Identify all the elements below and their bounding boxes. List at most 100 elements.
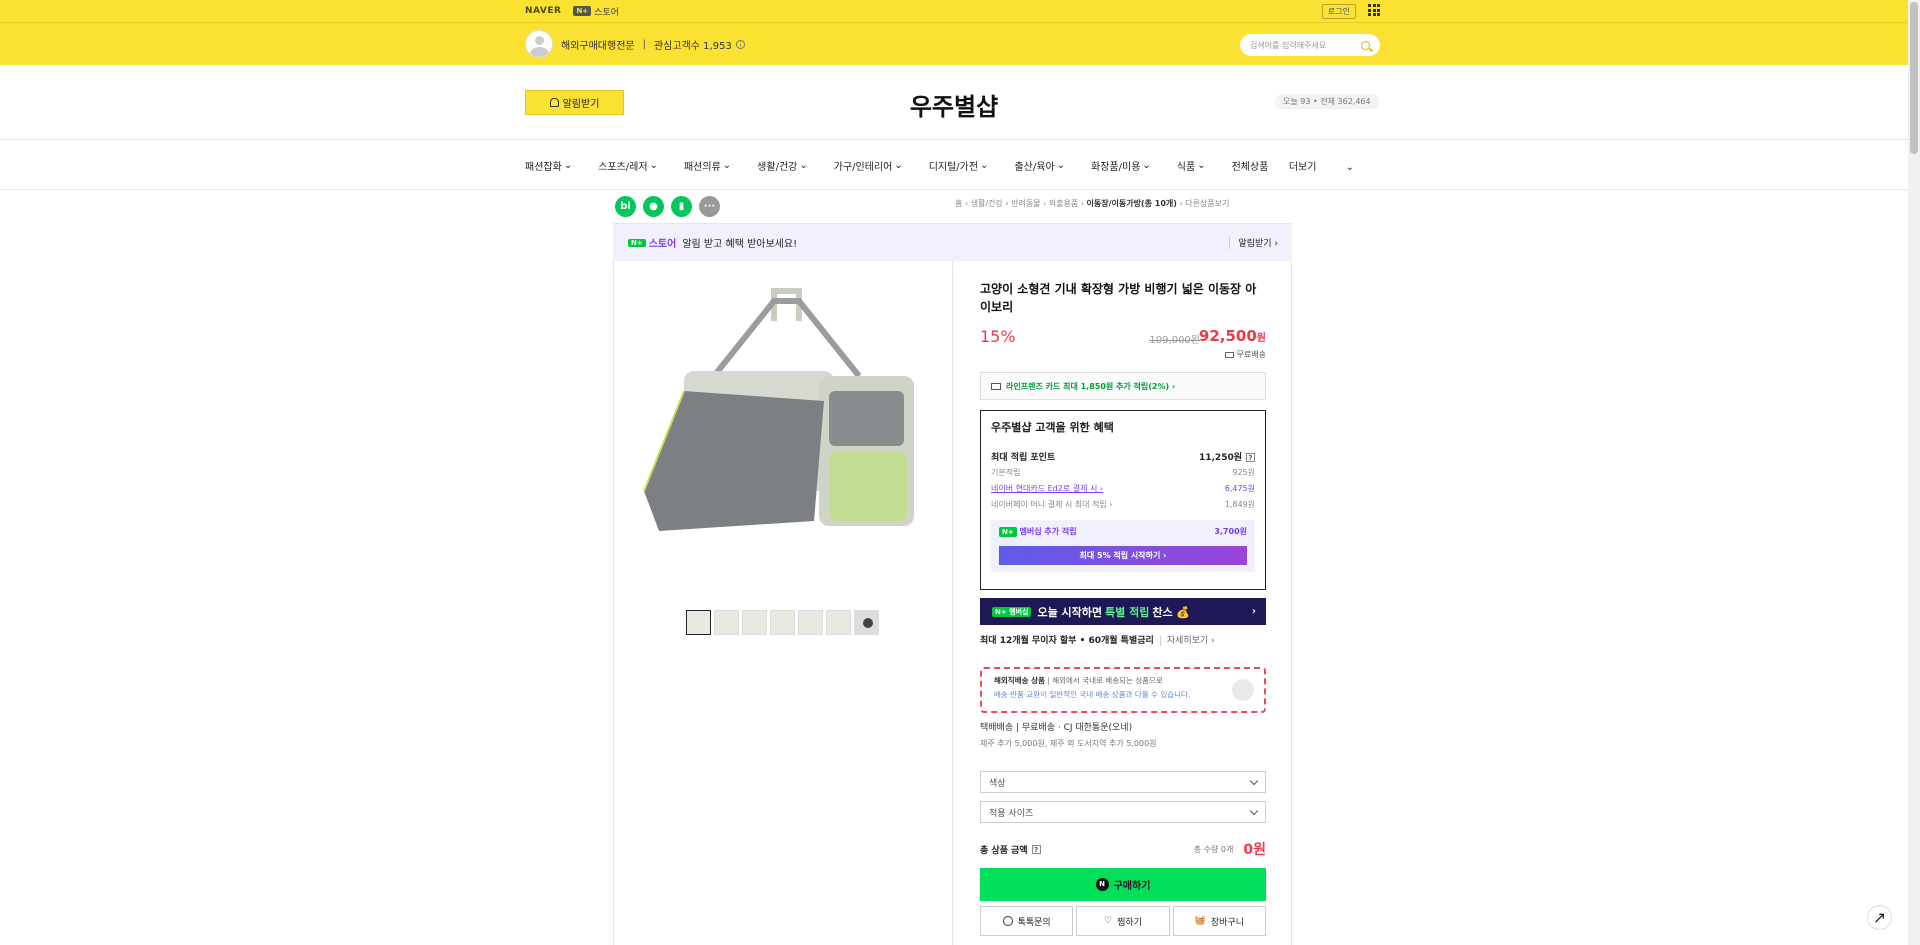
- nplus-membership-badge: N+ 멤버십: [992, 606, 1032, 617]
- nav-item[interactable]: 화장품/미용: [1091, 158, 1140, 173]
- help-icon[interactable]: ?: [1031, 844, 1041, 854]
- divider: [0, 22, 1908, 23]
- installment-info: 최대 12개월 무이자 할부 • 60개월 특별금리 자세히보기 ›: [980, 633, 1215, 646]
- nav-item[interactable]: 전체상품: [1232, 158, 1269, 173]
- membership-start-button[interactable]: 최대 5% 적립 시작하기 ›: [999, 546, 1247, 565]
- nav-item[interactable]: 패션잡화: [525, 158, 562, 173]
- store-avatar[interactable]: [525, 30, 553, 58]
- benefit-row: 네이버 현대카드 Ed2로 결제 시 › 6,475원: [991, 480, 1255, 496]
- global-nav: NAVER N+ 스토어 로그인: [525, 0, 1380, 22]
- cart-button[interactable]: 🧺 장바구니: [1172, 906, 1266, 936]
- video-play-icon[interactable]: [854, 610, 879, 635]
- size-select[interactable]: 적용 사이즈: [980, 801, 1266, 823]
- chevron-down-icon: [1249, 776, 1259, 785]
- bookmark-share-button[interactable]: ▮: [671, 196, 692, 217]
- benefit-value: 1,849원: [1224, 499, 1255, 509]
- original-price: 109,000원: [1149, 335, 1200, 346]
- chevron-down-icon: ⌄: [563, 159, 573, 171]
- store-brand: 스토어: [648, 239, 677, 250]
- airplane-icon: [1232, 679, 1254, 701]
- chevron-down-icon: ⌄: [1056, 159, 1066, 171]
- shipping-info: 무료배송: [1224, 349, 1266, 360]
- benefit-title: 우주별샵 고객을 위한 혜택: [991, 421, 1114, 434]
- shipping-label: 무료배송: [1236, 350, 1266, 359]
- breadcrumb-current[interactable]: 이동장/이동가방(총 10개): [1087, 199, 1177, 208]
- product-title: 고양이 소형견 기내 확장형 가방 비행기 넓은 이동장 아이보리: [980, 282, 1257, 314]
- buy-button[interactable]: N 구매하기: [980, 868, 1266, 901]
- alarm-promo-banner: N+ 스토어 알림 받고 혜택 받아보세요! 알림받기 ›: [613, 223, 1292, 261]
- chevron-down-icon: ⌄: [722, 159, 732, 171]
- overseas-title: 해외직배송 상품: [994, 676, 1045, 685]
- benefit-link[interactable]: 네이버 현대카드 Ed2로 결제 시 ›: [991, 483, 1103, 494]
- benefit-row: 네이버페이 머니 결제 시 최대 적립 › 1,849원: [991, 496, 1255, 512]
- benefit-row: 최대 적립 포인트 11,250원?: [991, 448, 1255, 464]
- overseas-notice: 해외직배송 상품 | 해외에서 국내로 배송되는 상품으로 배송·반품·교환이 …: [980, 667, 1266, 713]
- wish-label: 찜하기: [1117, 917, 1142, 928]
- visitor-count: 오늘 93 • 전체 362,464: [1275, 94, 1379, 109]
- thumbnail[interactable]: [714, 610, 739, 635]
- cart-label: 장바구니: [1210, 917, 1244, 928]
- thumbnail[interactable]: [742, 610, 767, 635]
- nplus-badge: N+: [999, 527, 1017, 537]
- other-products-link[interactable]: › 다른상품보기: [1177, 199, 1229, 208]
- more-share-button[interactable]: ···: [699, 196, 720, 217]
- membership-banner[interactable]: N+ 멤버십 오늘 시작하면 특별 적립 찬스 💰 ›: [980, 598, 1266, 625]
- promo-alarm-link[interactable]: 알림받기 ›: [1229, 236, 1278, 249]
- chevron-down-icon: ⌄: [649, 159, 658, 171]
- card-benefit[interactable]: 라인프렌즈 카드 최대 1,850원 추가 적립(2%) ›: [980, 372, 1266, 400]
- product-area: 고양이 소형견 기내 확장형 가방 비행기 넓은 이동장 아이보리 15% 10…: [613, 261, 1292, 945]
- card-benefit-text: 라인프렌즈 카드 최대 1,850원 추가 적립(2%) ›: [1006, 381, 1176, 391]
- thumbnail[interactable]: [686, 610, 711, 635]
- scrollbar-thumb[interactable]: [1910, 2, 1918, 154]
- store-label: 스토어: [594, 7, 620, 18]
- installment-detail-link[interactable]: 자세히보기 ›: [1159, 636, 1215, 646]
- share-icon[interactable]: ↗: [1867, 905, 1892, 930]
- nav-item[interactable]: 가구/인테리어: [834, 158, 893, 173]
- benefit-value: 6,475원: [1224, 483, 1255, 493]
- nav-item[interactable]: 식품: [1177, 158, 1195, 173]
- benefit-row: 기본적립 925원: [991, 464, 1255, 480]
- nav-item[interactable]: 스포츠/레저: [598, 158, 647, 173]
- search-icon[interactable]: [1361, 40, 1370, 50]
- store-name[interactable]: 해외구매대행전문: [561, 37, 635, 52]
- more-menu[interactable]: 더보기 ⌄: [1289, 158, 1354, 173]
- chevron-down-icon: ⌄: [980, 159, 989, 171]
- cafe-share-button[interactable]: ●: [643, 196, 664, 217]
- banner-text: 오늘 시작하면: [1037, 605, 1103, 619]
- apps-grid-icon[interactable]: [1368, 4, 1380, 16]
- nav-item[interactable]: 출산/육아: [1014, 158, 1054, 173]
- installment-text: 최대 12개월 무이자 할부 • 60개월 특별금리: [980, 636, 1154, 646]
- nav-item[interactable]: 디지털/가전: [929, 158, 978, 173]
- nav-item[interactable]: 생활/건강: [757, 158, 797, 173]
- npay-icon: N: [1095, 878, 1109, 891]
- store-link[interactable]: N+ 스토어: [573, 5, 619, 18]
- membership-value: 3,700원: [1214, 527, 1247, 536]
- thumbnail[interactable]: [798, 610, 823, 635]
- store-logo[interactable]: 우주별샵: [0, 87, 1908, 122]
- breadcrumb-path[interactable]: 홈 › 생활/건강 › 반려동물 › 외출용품 ›: [955, 199, 1087, 208]
- nav-item[interactable]: 패션의류: [684, 158, 721, 173]
- search-input[interactable]: 검색어를 입력해주세요: [1240, 34, 1380, 56]
- share-buttons: bl ● ▮ ···: [615, 196, 720, 217]
- naver-logo[interactable]: NAVER: [525, 6, 561, 16]
- thumbnail[interactable]: [826, 610, 851, 635]
- blog-share-button[interactable]: bl: [615, 196, 636, 217]
- help-icon[interactable]: ?: [1246, 452, 1255, 462]
- select-label: 적용 사이즈: [989, 808, 1034, 819]
- benefit-box: 우주별샵 고객을 위한 혜택 최대 적립 포인트 11,250원? 기본적립 925…: [980, 410, 1266, 590]
- info-icon[interactable]: i: [735, 39, 745, 49]
- thumbnail-strip: [686, 610, 879, 635]
- chevron-down-icon: ⌄: [1197, 159, 1206, 171]
- wish-button[interactable]: ♡ 찜하기: [1076, 906, 1170, 936]
- truck-icon: [1224, 351, 1234, 358]
- login-button[interactable]: 로그인: [1321, 4, 1356, 19]
- scrollbar[interactable]: [1908, 0, 1920, 945]
- store-header: 알림받기 우주별샵 오늘 93 • 전체 362,464: [0, 65, 1908, 140]
- benefit-link[interactable]: 네이버페이 머니 결제 시 최대 적립 ›: [991, 499, 1113, 510]
- product-image[interactable]: [624, 281, 942, 591]
- delivery-info: 택배배송 | 무료배송 · CJ 대한통운(오네) 제주 추가 5,000원, …: [980, 721, 1157, 751]
- talk-button[interactable]: 톡톡문의: [980, 906, 1074, 936]
- heart-icon: ♡: [1104, 916, 1113, 926]
- color-select[interactable]: 색상: [980, 771, 1266, 793]
- thumbnail[interactable]: [770, 610, 795, 635]
